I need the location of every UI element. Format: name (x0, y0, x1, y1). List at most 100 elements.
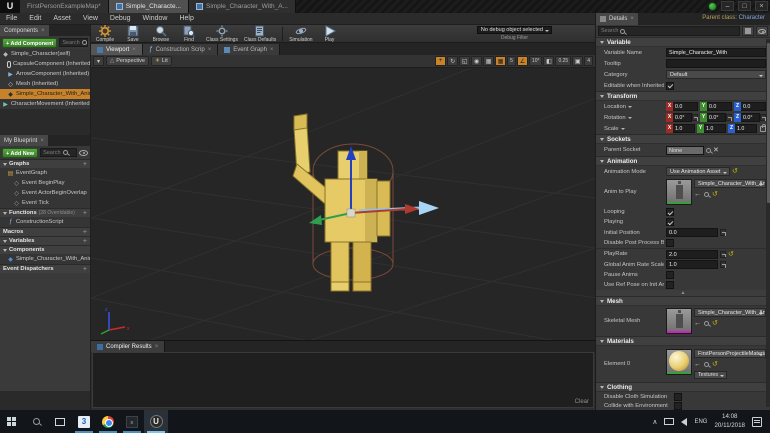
disable-post-process-checkbox[interactable] (666, 239, 674, 247)
use-selected-asset-icon[interactable]: ← (694, 320, 701, 327)
menu-edit[interactable]: Edit (23, 15, 47, 22)
location-z-field[interactable]: 0.0 (741, 102, 766, 111)
mesh-section-header[interactable]: Mesh (596, 296, 770, 306)
my-blueprint-search-input[interactable]: Search (40, 148, 77, 157)
chevron-down-icon[interactable] (627, 105, 632, 108)
details-search-input[interactable]: Search (598, 26, 740, 36)
compile-button[interactable]: ? Compile (94, 24, 116, 43)
rotation-y-field[interactable]: 0.0° (707, 113, 726, 122)
animation-mode-dropdown[interactable]: Use Animation Asset (666, 167, 730, 176)
compiler-results-tab[interactable]: Compiler Results × (91, 341, 166, 352)
variable-section-header[interactable]: Variable (596, 37, 770, 47)
tab-event-graph[interactable]: Event Graph × (218, 44, 281, 55)
materials-section-header[interactable]: Materials (596, 336, 770, 346)
display-filter-button[interactable] (756, 26, 768, 36)
reset-to-default-icon[interactable]: ↺ (712, 191, 718, 198)
viewport-canvas[interactable]: x z (91, 68, 595, 340)
close-button[interactable]: × (755, 1, 768, 11)
window-tab-character-blueprint[interactable]: Simple_Characte... (108, 0, 189, 13)
menu-debug[interactable]: Debug (104, 15, 137, 22)
category-dropdown[interactable]: Default (666, 70, 766, 79)
camera-speed-value[interactable]: 4 (584, 56, 593, 66)
component-row-self[interactable]: ◆ Simple_Character(self) (0, 49, 90, 59)
scale-x-field[interactable]: 1.0 (673, 124, 695, 133)
browse-asset-icon[interactable] (704, 321, 709, 326)
add-graph-button[interactable]: + (83, 161, 87, 168)
components-panel-tab[interactable]: Components × (0, 25, 49, 36)
my-blueprint-tab[interactable]: My Blueprint × (0, 135, 48, 146)
spinner-icon[interactable] (720, 261, 726, 268)
taskbar-app-unreal[interactable]: U (144, 410, 168, 433)
start-button[interactable] (0, 410, 24, 433)
close-icon[interactable]: × (155, 344, 159, 350)
tab-viewport[interactable]: Viewport × (91, 44, 143, 55)
notification-center-icon[interactable] (752, 416, 762, 427)
add-macro-button[interactable]: + (83, 229, 87, 236)
add-component-button[interactable]: + Add Component (2, 37, 58, 48)
character-mesh[interactable] (292, 113, 391, 292)
grid-snap-value[interactable]: 5 (507, 56, 516, 66)
material-dropdown[interactable]: FirstPersonProjectileMaterial (694, 349, 766, 358)
scale-z-field[interactable]: 1.0 (735, 124, 757, 133)
tooltip-field[interactable] (666, 59, 766, 68)
scale-y-field[interactable]: 1.0 (704, 124, 726, 133)
find-button[interactable]: Find (178, 25, 200, 43)
window-tab-map[interactable]: FirstPersonExampleMap* (20, 0, 109, 13)
global-anim-rate-field[interactable]: 1.0 (666, 260, 718, 269)
transform-section-header[interactable]: Transform (596, 91, 770, 101)
browse-button[interactable]: Browse (150, 25, 172, 43)
close-icon[interactable]: × (40, 138, 44, 144)
disable-cloth-checkbox[interactable] (674, 392, 682, 401)
scale-snap-value[interactable]: 0.25 (555, 56, 572, 66)
rotate-tool-button[interactable]: ↻ (447, 56, 459, 66)
details-tab[interactable]: Details × (596, 13, 638, 25)
add-variable-button[interactable]: + (83, 238, 87, 245)
close-icon[interactable]: × (132, 47, 136, 53)
grid-snap-toggle-button[interactable]: ▦ (495, 56, 507, 66)
minimize-button[interactable]: – (721, 1, 734, 11)
world-local-toggle-button[interactable]: ◉ (471, 56, 483, 66)
eventgraph-row[interactable]: ▤ EventGraph (0, 168, 90, 178)
menu-help[interactable]: Help (173, 15, 199, 22)
menu-file[interactable]: File (0, 15, 23, 22)
simulation-button[interactable]: Simulation (289, 25, 313, 43)
viewport-options-dropdown[interactable]: ▾ (93, 56, 104, 66)
reset-to-default-icon[interactable]: ↺ (732, 168, 738, 175)
close-icon[interactable]: × (208, 47, 212, 53)
task-view-button[interactable] (48, 410, 72, 433)
looping-checkbox[interactable] (666, 208, 674, 216)
clear-socket-icon[interactable]: ✕ (713, 146, 719, 154)
components-section-header[interactable]: Components (0, 245, 90, 254)
event-beginplay-row[interactable]: ◇ Event BeginPlay (0, 178, 90, 188)
reset-to-default-icon[interactable]: ↺ (728, 251, 734, 258)
playing-checkbox[interactable] (666, 218, 674, 226)
skeletal-mesh-thumbnail[interactable] (666, 308, 692, 334)
maximize-button[interactable]: □ (738, 1, 751, 11)
event-dispatchers-section-header[interactable]: Event Dispatchers + (0, 264, 90, 273)
initial-position-field[interactable]: 0.0 (666, 228, 718, 237)
rotation-snap-value[interactable]: 10° (528, 56, 543, 66)
variable-name-field[interactable]: Simple_Character_With (666, 48, 766, 57)
tab-construction-script[interactable]: ƒ Construction Scrip × (142, 44, 219, 55)
component-row-arrow[interactable]: ▶ ArrowComponent (Inherited) (0, 69, 90, 79)
taskbar-search-button[interactable] (24, 410, 48, 433)
status-globe-icon[interactable] (708, 1, 717, 11)
anim-asset-dropdown[interactable]: Simple_Character_With_Animation_ (694, 179, 766, 188)
reset-to-default-icon[interactable]: ↺ (712, 320, 718, 327)
graphs-section-header[interactable]: Graphs + (0, 159, 90, 168)
parent-class-link[interactable]: Character (739, 15, 765, 21)
compiler-results-log[interactable]: Clear (92, 352, 594, 408)
spinner-icon[interactable] (726, 114, 732, 121)
close-icon[interactable]: × (630, 16, 634, 22)
close-icon[interactable]: × (41, 28, 45, 34)
class-settings-button[interactable]: Class Settings (206, 25, 238, 43)
spinner-icon[interactable] (720, 250, 726, 258)
reset-to-default-icon[interactable]: ↺ (712, 361, 718, 368)
collide-environment-checkbox[interactable] (674, 401, 682, 410)
chevron-down-icon[interactable] (620, 127, 625, 130)
rotation-snap-toggle-button[interactable]: ∠ (516, 56, 528, 66)
socket-search-icon[interactable] (706, 147, 711, 153)
surface-snap-button[interactable]: ▦ (483, 56, 495, 66)
event-tick-row[interactable]: ◇ Event Tick (0, 198, 90, 208)
scale-tool-button[interactable]: ◱ (459, 56, 471, 66)
